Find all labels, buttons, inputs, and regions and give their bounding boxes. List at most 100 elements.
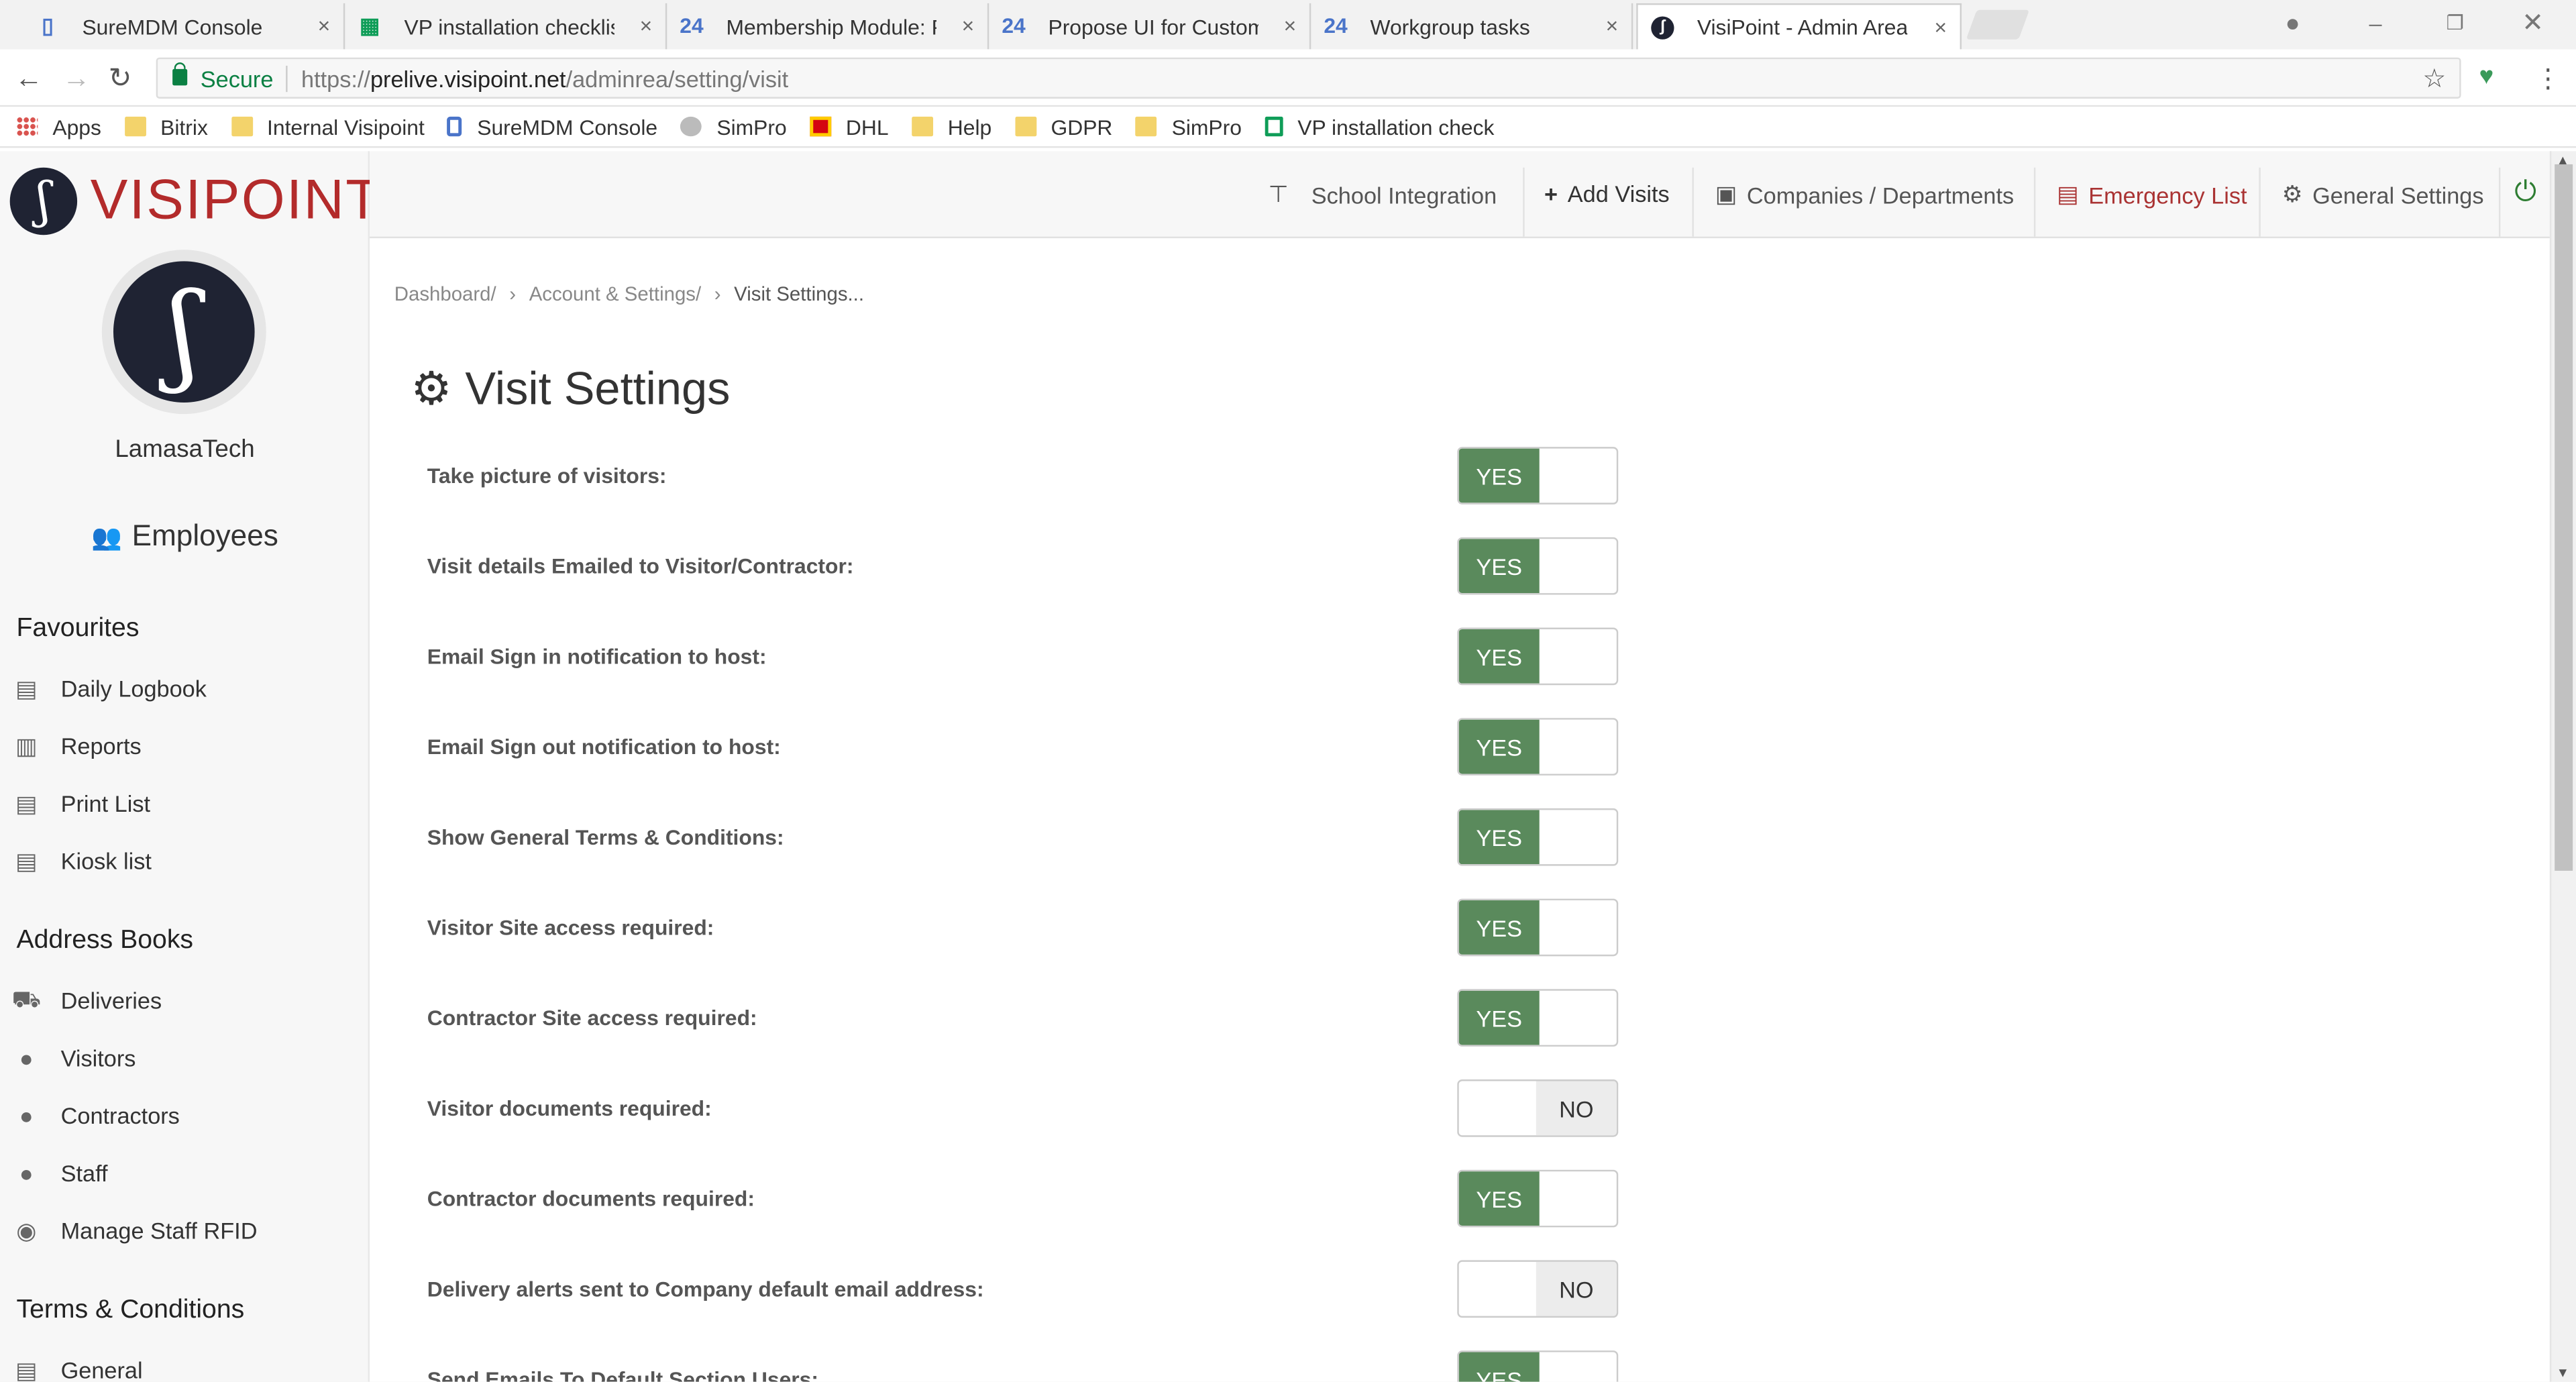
- tab-suremdm[interactable]: ▯ SureMDM Console ×: [23, 3, 345, 50]
- breadcrumb-account-settings[interactable]: Account & Settings/: [529, 282, 701, 305]
- toggle-yes: YES: [1458, 539, 1540, 594]
- reload-icon[interactable]: ↻: [109, 62, 132, 95]
- setting-row: Take picture of visitors: YES: [427, 447, 1643, 504]
- avatar[interactable]: ʃ: [101, 250, 266, 415]
- tab-membership[interactable]: 24 Membership Module: PR ×: [667, 3, 989, 50]
- toggle-yes: YES: [1458, 900, 1540, 955]
- setting-toggle[interactable]: NO: [1457, 1079, 1619, 1137]
- toggle-yes: YES: [1458, 1171, 1540, 1226]
- vertical-scrollbar[interactable]: ▲ ▼: [2549, 151, 2576, 1382]
- employees-link[interactable]: 👥 Employees: [0, 519, 370, 553]
- bookmark-simpro-folder[interactable]: SimPro: [1135, 114, 1242, 139]
- tab-propose-ui[interactable]: 24 Propose UI for Custom fi ×: [989, 3, 1311, 50]
- setting-label: Email Sign in notification to host:: [427, 644, 767, 669]
- nav-add-visits[interactable]: + Add Visits: [1544, 180, 1670, 207]
- bookmark-suremdm[interactable]: SureMDM Console: [447, 114, 657, 139]
- setting-toggle[interactable]: YES: [1457, 1350, 1619, 1382]
- setting-toggle[interactable]: YES: [1457, 537, 1619, 595]
- url-input[interactable]: Secure https:// prelive.visipoint.net /a…: [156, 57, 2461, 99]
- back-icon[interactable]: ←: [15, 62, 43, 95]
- window-close-icon[interactable]: ✕: [2522, 7, 2544, 40]
- menu-icon[interactable]: ⋮: [2535, 62, 2561, 95]
- sidebar-item-visitors[interactable]: ● Visitors: [13, 1045, 136, 1071]
- setting-row: Visit details Emailed to Visitor/Contrac…: [427, 537, 1643, 595]
- visipoint-logo[interactable]: ʃ VISIPOINT: [9, 167, 382, 235]
- setting-row: Email Sign in notification to host: YES: [427, 627, 1643, 686]
- setting-row: Send Emails To Default Section Users: YES: [427, 1350, 1643, 1382]
- minimize-icon[interactable]: –: [2369, 10, 2381, 36]
- bookmark-dhl[interactable]: DHL: [810, 114, 889, 139]
- close-icon[interactable]: ×: [1934, 15, 1947, 40]
- document-icon: ▤: [15, 847, 38, 873]
- setting-toggle[interactable]: YES: [1457, 898, 1619, 957]
- setting-label: Email Sign out notification to host:: [427, 734, 781, 759]
- setting-toggle[interactable]: YES: [1457, 447, 1619, 504]
- restore-icon[interactable]: ❐: [2447, 11, 2464, 34]
- tab-label: SureMDM Console: [82, 13, 263, 39]
- sidebar-item-kiosk-list[interactable]: ▤ Kiosk list: [13, 847, 152, 873]
- sidebar-item-contractors[interactable]: ● Contractors: [13, 1102, 180, 1128]
- close-icon[interactable]: ×: [962, 13, 975, 38]
- sidebar-item-deliveries[interactable]: ⛟ Deliveries: [11, 985, 162, 1014]
- sidebar-item-reports[interactable]: ▥ Reports: [13, 732, 142, 759]
- toggle-yes: YES: [1458, 629, 1540, 684]
- breadcrumb-dashboard[interactable]: Dashboard/: [394, 282, 496, 305]
- bookmark-apps[interactable]: Apps: [16, 114, 101, 139]
- setting-toggle[interactable]: YES: [1457, 1169, 1619, 1228]
- chevron-right-icon: ›: [509, 282, 517, 306]
- folder-icon: [1014, 116, 1036, 137]
- setting-toggle[interactable]: YES: [1457, 989, 1619, 1047]
- setting-toggle[interactable]: YES: [1457, 627, 1619, 686]
- bookmark-internal-visipoint[interactable]: Internal Visipoint: [231, 114, 425, 139]
- address-bar: ← → ↻ Secure https:// prelive.visipoint.…: [0, 49, 2576, 107]
- bookmark-simpro[interactable]: SimPro: [680, 114, 787, 139]
- sidebar-item-manage-staff-rfid[interactable]: ◉ Manage Staff RFID: [13, 1216, 257, 1243]
- url-host: prelive.visipoint.net: [370, 64, 566, 91]
- sidebar-item-daily-logbook[interactable]: ▤ Daily Logbook: [13, 674, 207, 701]
- nav-companies-departments[interactable]: ▣ Companies / Departments: [1715, 180, 2014, 209]
- tab-workgroup[interactable]: 24 Workgroup tasks ×: [1311, 3, 1633, 50]
- extension-icon[interactable]: ♥: [2479, 62, 2494, 91]
- bookmark-bitrix[interactable]: Bitrix: [124, 114, 208, 139]
- power-icon[interactable]: ⏻: [2514, 176, 2536, 209]
- tab-vp-checklist[interactable]: ▦ VP installation checklist - ×: [345, 3, 667, 50]
- nav-emergency-list[interactable]: ▤ Emergency List: [2057, 180, 2247, 209]
- phone-icon: [447, 116, 463, 137]
- company-logo-icon: ʃ: [113, 261, 255, 403]
- close-icon[interactable]: ×: [1606, 13, 1619, 38]
- document-icon: ▤: [15, 674, 38, 701]
- scrollbar-thumb[interactable]: [2555, 164, 2573, 871]
- setting-label: Delivery alerts sent to Company default …: [427, 1276, 984, 1301]
- visipoint-icon: ʃ: [9, 167, 78, 235]
- forward-icon[interactable]: →: [62, 62, 91, 95]
- truck-icon: ⛟: [11, 985, 41, 1012]
- toggle-no: NO: [1536, 1261, 1617, 1316]
- rfid-icon: ◉: [16, 1216, 37, 1243]
- close-icon[interactable]: ×: [318, 13, 331, 38]
- sheet-icon: [1265, 116, 1283, 137]
- tab-label: Workgroup tasks: [1370, 13, 1530, 39]
- sidebar-item-print-list[interactable]: ▤ Print List: [13, 790, 150, 816]
- close-icon[interactable]: ×: [1284, 13, 1297, 38]
- bookmark-help[interactable]: Help: [911, 114, 991, 139]
- close-icon[interactable]: ×: [640, 13, 653, 38]
- tab-visipoint[interactable]: ʃ VisiPoint - Admin Area ×: [1636, 3, 1962, 50]
- bookmark-gdpr[interactable]: GDPR: [1014, 114, 1112, 139]
- nav-general-settings[interactable]: ⚙ General Settings: [2282, 180, 2484, 209]
- dhl-icon: [810, 116, 831, 137]
- setting-toggle[interactable]: NO: [1457, 1260, 1619, 1318]
- new-tab-button[interactable]: [1966, 9, 2030, 40]
- sidebar-item-staff[interactable]: ● Staff: [13, 1160, 108, 1186]
- folder-icon: [231, 116, 252, 137]
- user-icon: ●: [19, 1102, 34, 1129]
- nav-school-integration[interactable]: ⊤ School Integration: [1269, 180, 1497, 209]
- terms-heading: Terms & Conditions: [16, 1296, 245, 1324]
- bookmark-star-icon[interactable]: ☆: [2422, 62, 2446, 95]
- setting-toggle[interactable]: YES: [1457, 808, 1619, 866]
- setting-toggle[interactable]: YES: [1457, 718, 1619, 776]
- sidebar-item-general-terms[interactable]: ▤ General: [13, 1357, 143, 1382]
- scroll-down-icon[interactable]: ▼: [2557, 1365, 2569, 1380]
- bookmark-vp-checklist[interactable]: VP installation check: [1265, 114, 1494, 139]
- setting-label: Contractor Site access required:: [427, 1005, 757, 1030]
- profile-icon[interactable]: ●: [2286, 10, 2300, 38]
